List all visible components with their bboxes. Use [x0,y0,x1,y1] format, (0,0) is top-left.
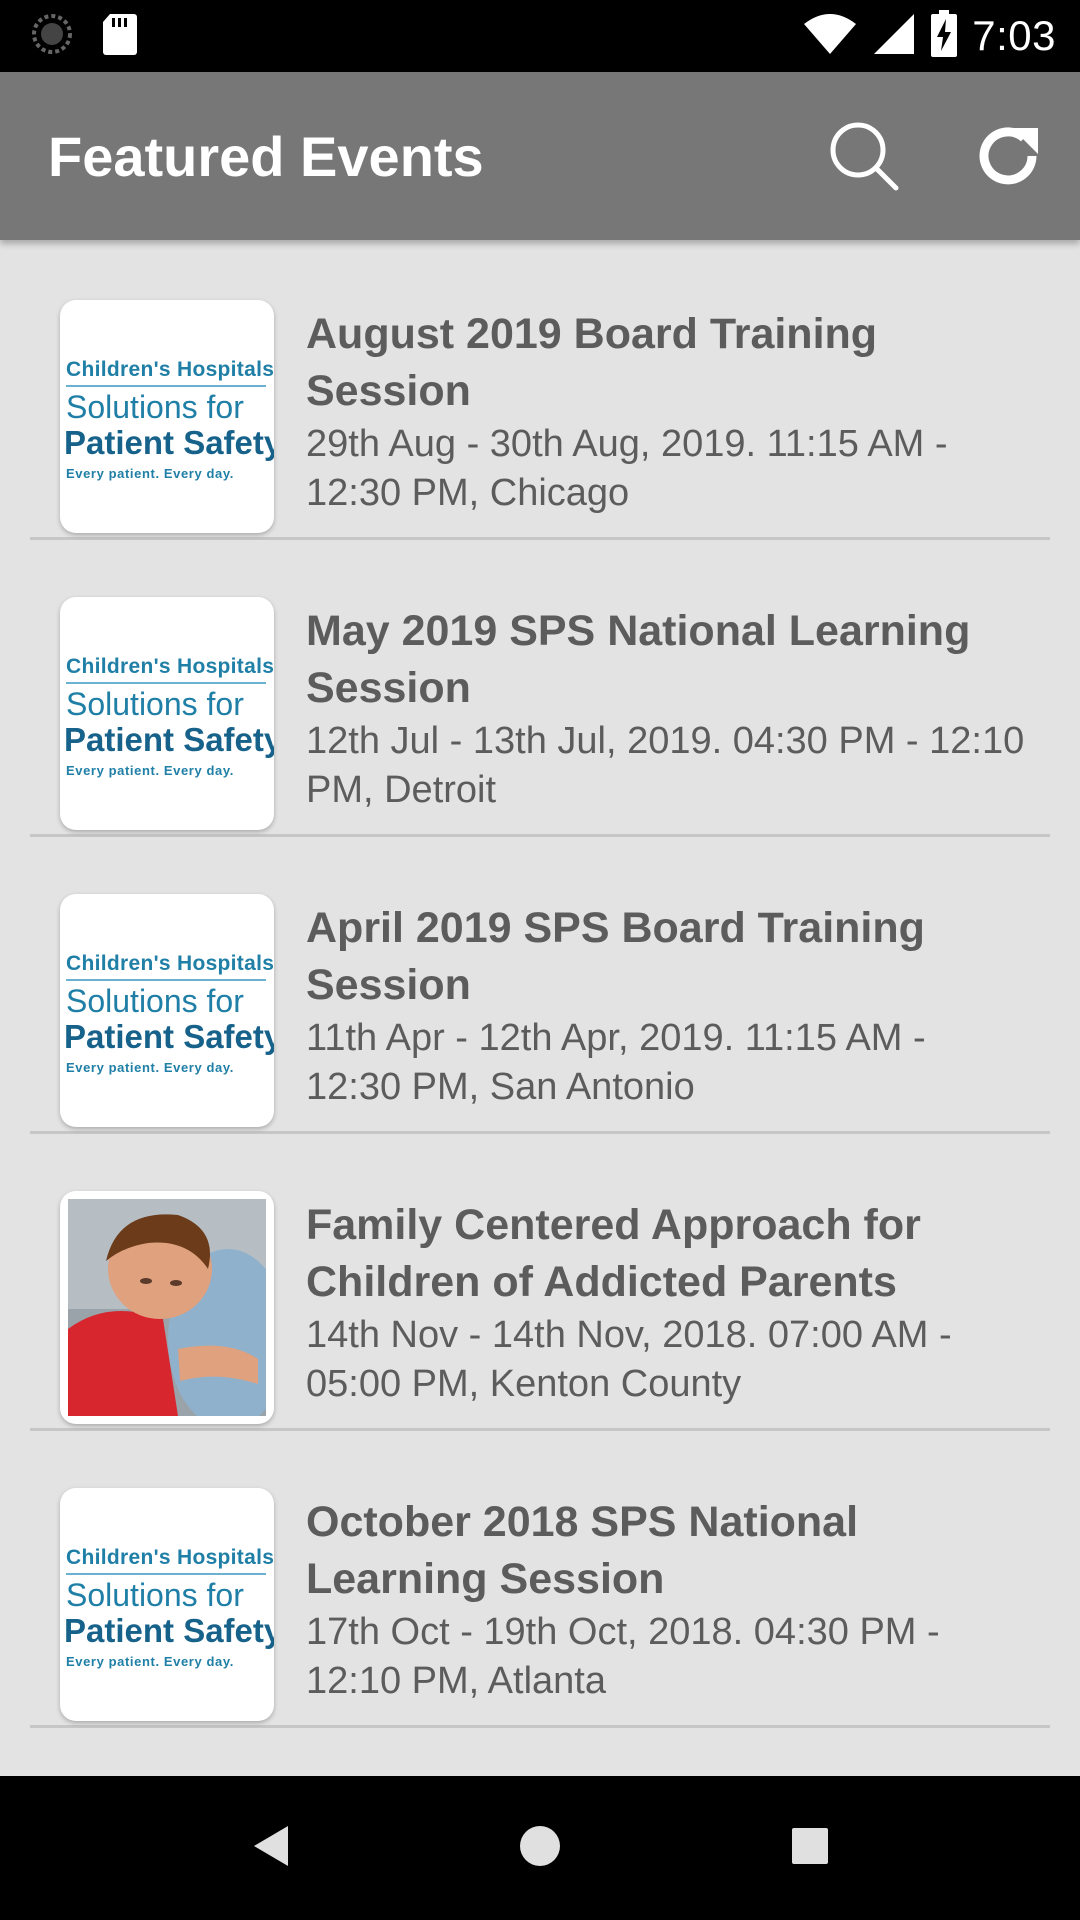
list-item[interactable]: Children's Hospitals Solutions for Patie… [30,240,1050,540]
event-title: August 2019 Board Training Session [306,310,878,415]
event-title: May 2019 SPS National Learning Session [306,607,971,712]
event-details: 12th Jul - 13th Jul, 2019. 04:30 PM - 12… [306,720,1025,811]
event-thumbnail: Children's Hospitals Solutions for Patie… [60,300,274,533]
sps-logo: Children's Hospitals Solutions for Patie… [64,358,274,481]
app-bar: Featured Events [0,72,1080,240]
sps-logo: Children's Hospitals Solutions for Patie… [64,952,274,1075]
event-title: April 2019 SPS Board Training Session [306,904,925,1009]
search-button[interactable] [822,116,906,200]
sd-card-icon [102,12,138,61]
refresh-button[interactable] [966,116,1050,200]
event-details: 29th Aug - 30th Aug, 2019. 11:15 AM - 12… [306,423,948,514]
event-title: October 2018 SPS National Learning Sessi… [306,1498,859,1603]
navigation-bar [0,1776,1080,1920]
event-photo [68,1199,266,1416]
event-details: 14th Nov - 14th Nov, 2018. 07:00 AM - 05… [306,1314,952,1405]
event-thumbnail: Children's Hospitals Solutions for Patie… [60,894,274,1127]
list-item[interactable]: Children's Hospitals Solutions for Patie… [30,1428,1050,1728]
search-icon [824,116,904,201]
battery-charging-icon [930,9,958,63]
back-button[interactable] [234,1812,306,1884]
page-title: Featured Events [48,125,484,188]
recents-button[interactable] [774,1812,846,1884]
cell-signal-icon [872,12,916,61]
sps-logo: Children's Hospitals Solutions for Patie… [64,1546,274,1669]
status-bar: 7:03 [0,0,1080,72]
event-details: 11th Apr - 12th Apr, 2019. 11:15 AM - 12… [306,1017,926,1108]
event-list[interactable]: Children's Hospitals Solutions for Patie… [0,240,1080,1776]
refresh-icon [968,116,1048,201]
event-thumbnail [60,1191,274,1424]
event-title: Family Centered Approach for Children of… [306,1201,921,1306]
home-icon [518,1824,562,1873]
list-item[interactable]: Children's Hospitals Solutions for Patie… [30,834,1050,1134]
loading-icon [30,12,74,61]
home-button[interactable] [504,1812,576,1884]
clock: 7:03 [972,12,1056,59]
recents-icon [790,1826,830,1871]
back-icon [248,1822,292,1875]
list-item[interactable]: Children's Hospitals Solutions for Patie… [30,537,1050,837]
wifi-icon [802,12,858,61]
event-thumbnail: Children's Hospitals Solutions for Patie… [60,1488,274,1721]
list-item[interactable]: Family Centered Approach for Children of… [30,1131,1050,1431]
event-details: 17th Oct - 19th Oct, 2018. 04:30 PM - 12… [306,1611,940,1702]
sps-logo: Children's Hospitals Solutions for Patie… [64,655,274,778]
event-thumbnail: Children's Hospitals Solutions for Patie… [60,597,274,830]
